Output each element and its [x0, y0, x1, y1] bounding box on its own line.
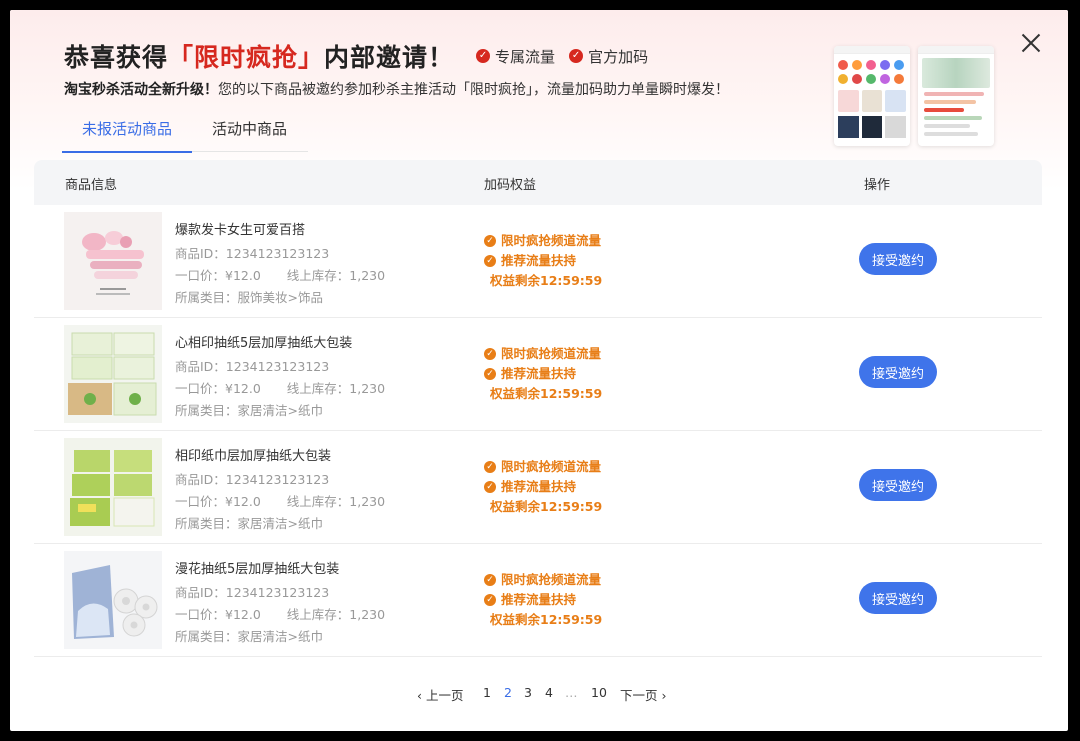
benefit-item: 推荐流量扶持	[501, 479, 577, 494]
product-table: 商品信息 加码权益 操作 爆款发卡女生可爱百搭 商品ID：12341231231…	[34, 160, 1042, 657]
product-price: 一口价：¥12.0	[175, 607, 261, 622]
product-id: 商品ID：1234123123123	[175, 472, 330, 487]
product-name: 爆款发卡女生可爱百搭	[175, 223, 306, 238]
check-circle-icon: ✓	[484, 594, 496, 606]
benefit-list: ✓ 限时疯抢频道流量 ✓ 推荐流量扶持 权益剩余12:59:59	[484, 457, 602, 517]
product-price: 一口价：¥12.0	[175, 268, 261, 283]
product-name: 相印纸巾层加厚抽纸大包装	[175, 449, 332, 464]
page-3[interactable]: 3	[524, 685, 532, 700]
header-action: 操作	[864, 178, 891, 193]
product-image	[64, 212, 162, 310]
title-suffix: 内部邀请！	[324, 43, 455, 72]
product-stock: 线上库存：1,230	[286, 381, 386, 396]
page-2-current[interactable]: 2	[504, 685, 512, 700]
benefit-timer: 权益剩余12:59:59	[490, 612, 603, 627]
benefit-item: 限时疯抢频道流量	[501, 459, 602, 474]
benefit-timer: 权益剩余12:59:59	[490, 499, 603, 514]
benefit-item: 限时疯抢频道流量	[501, 233, 602, 248]
tab-bar: 未报活动商品 活动中商品	[62, 114, 308, 153]
check-circle-icon: ✓	[569, 49, 584, 63]
header-benefit: 加码权益	[484, 178, 537, 193]
product-stock: 线上库存：1,230	[286, 607, 386, 622]
prev-page-label: 上一页	[425, 688, 464, 703]
table-row: 相印纸巾层加厚抽纸大包装 商品ID：1234123123123 一口价：¥12.…	[34, 431, 1042, 544]
benefit-item: 推荐流量扶持	[501, 366, 577, 381]
accept-invite-button[interactable]: 接受邀约	[859, 582, 937, 614]
page-1[interactable]: 1	[483, 685, 491, 700]
product-category: 所属类目：家居清洁>纸巾	[175, 403, 323, 418]
product-name: 心相印抽纸5层加厚抽纸大包装	[175, 336, 353, 351]
page-10[interactable]: 10	[591, 685, 607, 700]
product-image	[64, 325, 162, 423]
tab-in-activity[interactable]: 活动中商品	[192, 114, 307, 152]
table-row: 漫花抽纸5层加厚抽纸大包装 商品ID：1234123123123 一口价：¥12…	[34, 544, 1042, 657]
subtitle-bold: 淘宝秒杀活动全新升级！	[64, 82, 218, 98]
chevron-right-icon: ›	[657, 688, 667, 703]
check-circle-icon: ✓	[484, 368, 496, 380]
check-circle-icon: ✓	[484, 235, 496, 247]
page-4[interactable]: 4	[545, 685, 553, 700]
check-circle-icon: ✓	[484, 461, 496, 473]
next-page-button[interactable]: 下一页 ›	[620, 685, 667, 704]
promo-preview-product	[918, 46, 994, 146]
product-price: 一口价：¥12.0	[175, 494, 261, 509]
header-product: 商品信息	[65, 178, 118, 193]
perk-exclusive-traffic: ✓ 专属流量	[476, 46, 555, 67]
benefit-item: 限时疯抢频道流量	[501, 346, 602, 361]
page-ellipsis: …	[565, 685, 578, 700]
product-stock: 线上库存：1,230	[286, 268, 386, 283]
product-stock: 线上库存：1,230	[286, 494, 386, 509]
accept-invite-button[interactable]: 接受邀约	[859, 469, 937, 501]
title-prefix: 恭喜获得	[64, 43, 169, 72]
product-name: 漫花抽纸5层加厚抽纸大包装	[175, 562, 340, 577]
subtitle-text: 您的以下商品被邀约参加秒杀主推活动「限时疯抢」，流量加码助力单量瞬时爆发！	[218, 82, 729, 98]
title-row: 恭喜获得「限时疯抢」内部邀请！ ✓ 专属流量 ✓ 官方加码	[64, 38, 648, 74]
perk-official-boost: ✓ 官方加码	[569, 46, 648, 67]
promo-preview-channel	[834, 46, 910, 146]
product-image	[64, 551, 162, 649]
product-category: 所属类目：家居清洁>纸巾	[175, 516, 323, 531]
benefit-list: ✓ 限时疯抢频道流量 ✓ 推荐流量扶持 权益剩余12:59:59	[484, 231, 602, 291]
product-id: 商品ID：1234123123123	[175, 359, 330, 374]
product-info: 心相印抽纸5层加厚抽纸大包装 商品ID：1234123123123 一口价：¥1…	[175, 333, 385, 422]
benefit-list: ✓ 限时疯抢频道流量 ✓ 推荐流量扶持 权益剩余12:59:59	[484, 570, 602, 630]
product-info: 漫花抽纸5层加厚抽纸大包装 商品ID：1234123123123 一口价：¥12…	[175, 559, 385, 648]
next-page-label: 下一页	[620, 688, 658, 703]
table-header: 商品信息 加码权益 操作	[34, 160, 1042, 205]
product-info: 相印纸巾层加厚抽纸大包装 商品ID：1234123123123 一口价：¥12.…	[175, 446, 385, 535]
subtitle: 淘宝秒杀活动全新升级！您的以下商品被邀约参加秒杀主推活动「限时疯抢」，流量加码助…	[64, 79, 729, 99]
product-image	[64, 438, 162, 536]
check-circle-icon: ✓	[484, 481, 496, 493]
modal-title: 恭喜获得「限时疯抢」内部邀请！	[64, 38, 454, 74]
check-circle-icon: ✓	[484, 348, 496, 360]
table-row: 爆款发卡女生可爱百搭 商品ID：1234123123123 一口价：¥12.0 …	[34, 205, 1042, 318]
pagination: ‹ 上一页 1 2 3 4 … 10 下一页 ›	[10, 682, 1068, 706]
benefit-timer: 权益剩余12:59:59	[490, 273, 603, 288]
tab-unregistered[interactable]: 未报活动商品	[62, 114, 193, 153]
check-circle-icon: ✓	[484, 574, 496, 586]
table-row: 心相印抽纸5层加厚抽纸大包装 商品ID：1234123123123 一口价：¥1…	[34, 318, 1042, 431]
close-icon[interactable]	[1020, 32, 1042, 54]
benefit-timer: 权益剩余12:59:59	[490, 386, 603, 401]
check-circle-icon: ✓	[484, 255, 496, 267]
perk-label: 专属流量	[495, 47, 556, 66]
product-category: 所属类目：家居清洁>纸巾	[175, 629, 323, 644]
accept-invite-button[interactable]: 接受邀约	[859, 356, 937, 388]
prev-page-button[interactable]: ‹ 上一页	[417, 685, 464, 704]
benefit-item: 限时疯抢频道流量	[501, 572, 602, 587]
invite-modal: 恭喜获得「限时疯抢」内部邀请！ ✓ 专属流量 ✓ 官方加码 淘宝秒杀活动全新升级…	[10, 10, 1068, 731]
product-id: 商品ID：1234123123123	[175, 585, 330, 600]
accept-invite-button[interactable]: 接受邀约	[859, 243, 937, 275]
perk-label: 官方加码	[588, 47, 649, 66]
benefit-list: ✓ 限时疯抢频道流量 ✓ 推荐流量扶持 权益剩余12:59:59	[484, 344, 602, 404]
product-category: 所属类目：服饰美妆>饰品	[175, 290, 323, 305]
check-circle-icon: ✓	[476, 49, 491, 63]
chevron-left-icon: ‹	[417, 688, 426, 703]
product-price: 一口价：¥12.0	[175, 381, 261, 396]
product-id: 商品ID：1234123123123	[175, 246, 330, 261]
benefit-item: 推荐流量扶持	[501, 253, 577, 268]
product-info: 爆款发卡女生可爱百搭 商品ID：1234123123123 一口价：¥12.0 …	[175, 220, 385, 309]
title-highlight: 「限时疯抢」	[168, 43, 325, 72]
benefit-item: 推荐流量扶持	[501, 592, 577, 607]
